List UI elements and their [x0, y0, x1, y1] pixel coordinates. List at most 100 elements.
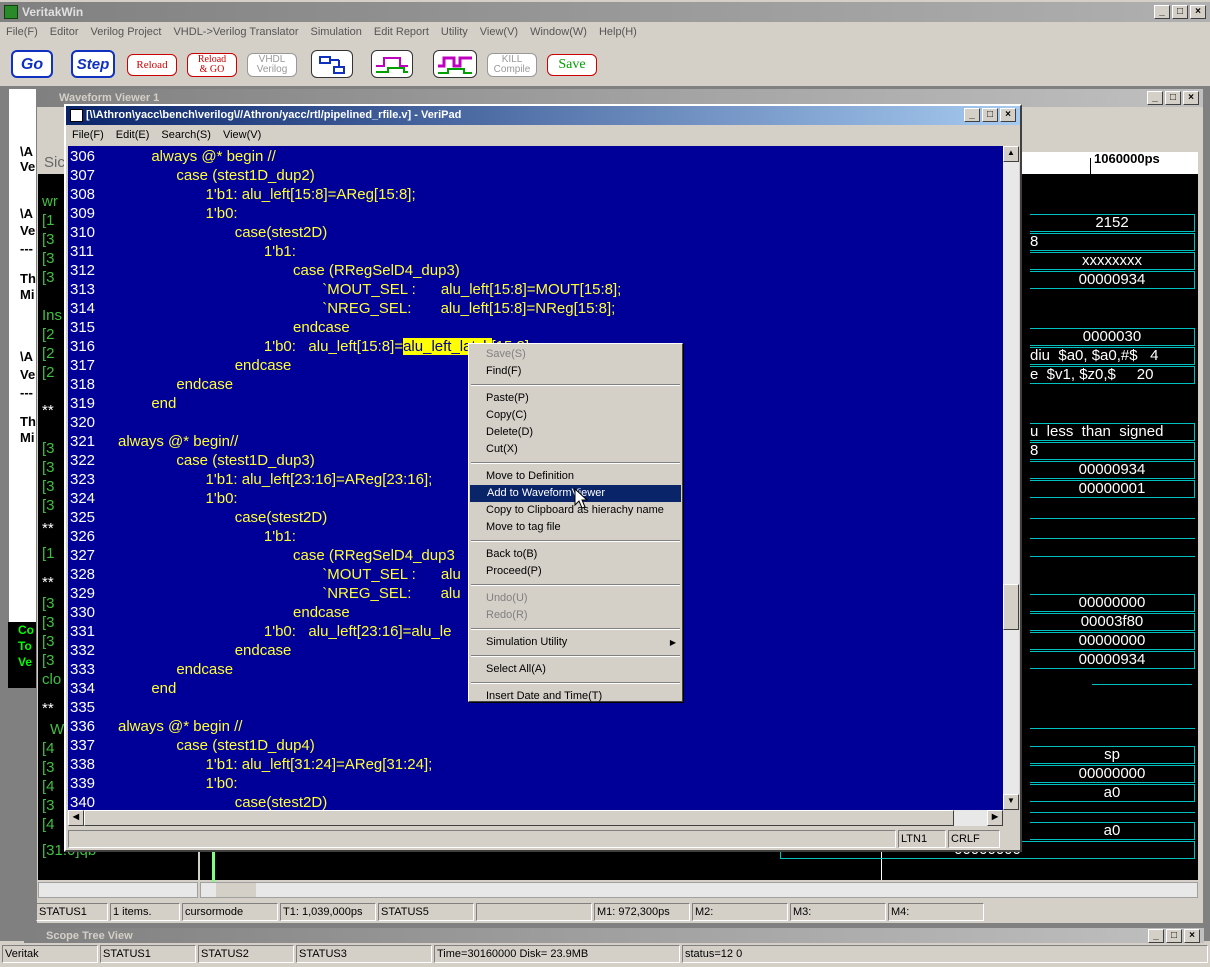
close-button[interactable]: × [1190, 5, 1206, 19]
wave-value: 00000001 [1030, 480, 1195, 498]
wave-value: xxxxxxxx [1030, 252, 1195, 270]
waveform-green-icon [376, 57, 408, 73]
ctx-cut[interactable]: Cut(X) [469, 441, 682, 458]
line-number: 327 [70, 547, 96, 564]
vp-close-button[interactable]: × [1000, 108, 1016, 122]
wave-value: diu $a0, $a0,#$ 4 [1030, 347, 1195, 365]
go-button[interactable]: Go [11, 50, 53, 78]
menu-verilog-project[interactable]: Verilog Project [91, 23, 162, 43]
minimize-button[interactable]: _ [1154, 5, 1170, 19]
line-text: endcase [118, 319, 350, 336]
vp-menu-edit[interactable]: Edit(E) [116, 125, 150, 145]
reload-go-button[interactable]: Reload & GO [187, 53, 237, 77]
kill-compile-button[interactable]: KILL Compile [487, 53, 537, 77]
waveform-view-button[interactable] [433, 50, 477, 78]
ctx-find[interactable]: Find(F) [469, 363, 682, 380]
code-line: 314 `NREG_SEL: alu_left[15:8]=NReg[15:8]… [68, 299, 1004, 318]
main-status-cell: STATUS2 [198, 945, 294, 963]
code-line: 313 `MOUT_SEL : alu_left[15:8]=MOUT[15:8… [68, 280, 1004, 299]
line-number: 314 [70, 300, 96, 317]
line-number: 330 [70, 604, 96, 621]
ctx-save[interactable]: Save(S) [469, 346, 682, 363]
editor-vscrollbar[interactable] [1003, 146, 1019, 810]
menu-vhdl-translator[interactable]: VHDL->Verilog Translator [173, 23, 298, 43]
ctx-copy[interactable]: Copy(C) [469, 407, 682, 424]
menu-window[interactable]: Window(W) [530, 23, 587, 43]
wave-hscroll-thumb[interactable] [216, 883, 256, 897]
line-number: 326 [70, 528, 96, 545]
ctx-separator [471, 628, 680, 630]
ctx-move-to-tag-file[interactable]: Move to tag file [469, 519, 682, 536]
wave-value: 8 [1030, 442, 1195, 460]
left-fragment: Ve [20, 367, 36, 382]
step-button[interactable]: Step [71, 50, 115, 78]
compile-label: Compile [493, 64, 531, 75]
line-text: 1'b1: alu_left[15:8]=AReg[15:8]; [118, 186, 416, 203]
line-number: 317 [70, 357, 96, 374]
vp-maximize-button[interactable]: □ [982, 108, 998, 122]
maximize-button[interactable]: □ [1172, 5, 1188, 19]
line-number: 323 [70, 471, 96, 488]
vp-menu-file[interactable]: File(F) [72, 125, 104, 145]
waveform-button[interactable] [371, 50, 413, 78]
ctx-back-to[interactable]: Back to(B) [469, 546, 682, 563]
menu-editor[interactable]: Editor [50, 23, 79, 43]
ctx-separator [471, 462, 680, 464]
ctx-delete[interactable]: Delete(D) [469, 424, 682, 441]
ctx-separator [471, 682, 680, 684]
scope-maximize-button[interactable]: □ [1166, 929, 1182, 943]
scroll-right-arrow[interactable]: ▶ [987, 810, 1003, 826]
main-status-cell: Time=30160000 Disk= 23.9MB [434, 945, 680, 963]
vp-status-eol: CRLF [948, 830, 1000, 848]
ctx-select-all[interactable]: Select All(A) [469, 661, 682, 678]
reload-button[interactable]: Reload [127, 54, 177, 76]
line-text: endcase [118, 661, 234, 678]
ctx-paste[interactable]: Paste(P) [469, 390, 682, 407]
left-fragment: \A [20, 349, 33, 364]
ctx-insert-date-time[interactable]: Insert Date and Time(T) [469, 688, 682, 705]
line-number: 333 [70, 661, 96, 678]
hierarchy-icon [319, 56, 345, 74]
line-number: 322 [70, 452, 96, 469]
editor-hscroll-thumb[interactable] [84, 810, 954, 826]
line-text: case (RRegSelD4_dup3 [118, 547, 455, 564]
scroll-up-arrow[interactable]: ▲ [1003, 146, 1019, 162]
vhdl-verilog-button[interactable]: VHDL Verilog [247, 53, 297, 77]
ctx-simulation-utility[interactable]: Simulation Utility ▶ [469, 634, 682, 651]
menu-simulation[interactable]: Simulation [311, 23, 362, 43]
main-status-cell: STATUS3 [296, 945, 432, 963]
vp-menu-search[interactable]: Search(S) [161, 125, 211, 145]
wave-hscrollbar[interactable] [200, 882, 1198, 898]
menu-help[interactable]: Help(H) [599, 23, 637, 43]
line-text: endcase [118, 642, 292, 659]
menu-view[interactable]: View(V) [480, 23, 518, 43]
ctx-move-to-definition[interactable]: Move to Definition [469, 468, 682, 485]
scope-close-button[interactable]: × [1184, 929, 1200, 943]
wf-close-button[interactable]: × [1183, 91, 1199, 105]
time-label: 1060000ps [1094, 151, 1160, 166]
left-fragment: --- [20, 385, 33, 400]
menu-file[interactable]: File(F) [6, 23, 38, 43]
wave-line [1030, 538, 1195, 539]
wave-value: 00000934 [1030, 651, 1195, 669]
menu-edit-report[interactable]: Edit Report [374, 23, 429, 43]
ctx-redo[interactable]: Redo(R) [469, 607, 682, 624]
hierarchy-button[interactable] [311, 50, 353, 78]
scope-minimize-button[interactable]: _ [1148, 929, 1164, 943]
line-number: 337 [70, 737, 96, 754]
wf-minimize-button[interactable]: _ [1147, 91, 1163, 105]
wave-value: e $v1, $z0,$ 20 [1030, 366, 1195, 384]
vp-menu-view[interactable]: View(V) [223, 125, 261, 145]
line-text: always @* begin // [118, 718, 243, 735]
save-button[interactable]: Save [547, 54, 597, 76]
scroll-down-arrow[interactable]: ▼ [1003, 794, 1019, 810]
wf-maximize-button[interactable]: □ [1165, 91, 1181, 105]
ctx-undo[interactable]: Undo(U) [469, 590, 682, 607]
editor-vscroll-thumb[interactable] [1003, 584, 1019, 630]
scroll-left-arrow[interactable]: ◀ [68, 810, 84, 826]
vp-minimize-button[interactable]: _ [964, 108, 980, 122]
wave-value: 00000000 [1030, 632, 1195, 650]
menu-utility[interactable]: Utility [441, 23, 468, 43]
ctx-proceed[interactable]: Proceed(P) [469, 563, 682, 580]
signal-hscrollbar[interactable] [38, 882, 198, 898]
